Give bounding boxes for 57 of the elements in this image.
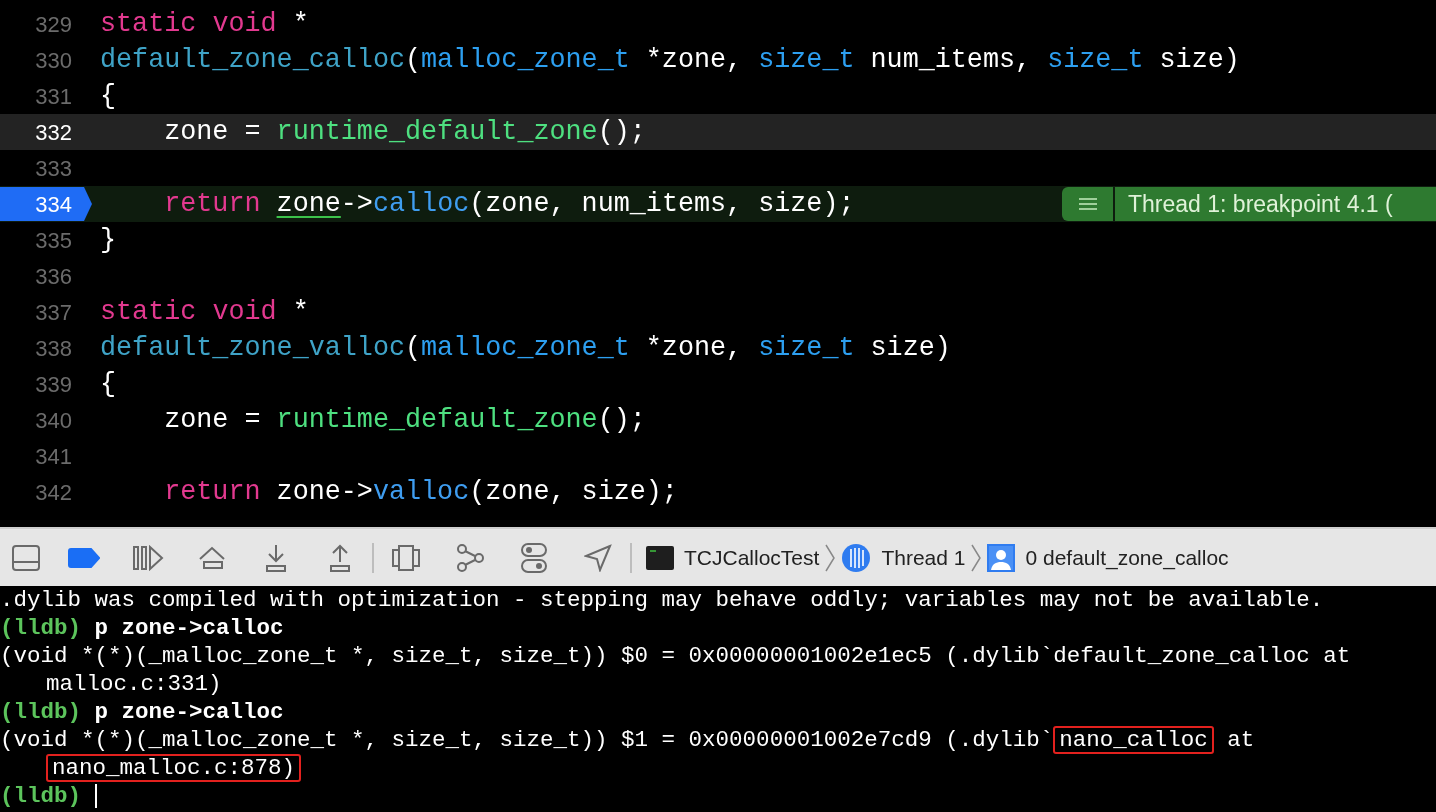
toggles-icon xyxy=(521,542,547,573)
continue-icon xyxy=(132,544,164,571)
layers-icon xyxy=(392,543,420,572)
breakpoint-annotation: Thread 1: breakpoint 4.1 ( xyxy=(1115,187,1436,221)
line-number: 340 xyxy=(35,406,72,435)
menu-icon xyxy=(1077,198,1098,210)
annotation-menu-button[interactable] xyxy=(1062,187,1113,221)
line-number: 334 xyxy=(35,190,72,219)
step-over-icon xyxy=(197,544,227,571)
line-number: 339 xyxy=(35,370,72,399)
line-number: 337 xyxy=(35,298,72,327)
text-cursor xyxy=(95,784,97,808)
line-number: 331 xyxy=(35,82,72,111)
code-line: zone = runtime_default_zone(); xyxy=(163,116,646,149)
chevron-icon xyxy=(971,543,982,572)
code-line: { xyxy=(100,80,117,113)
terminal-icon xyxy=(646,545,674,570)
breakpoint-marker[interactable]: 334 xyxy=(0,187,92,221)
graph-icon xyxy=(455,542,485,573)
step-into-icon xyxy=(264,543,288,572)
breadcrumb-item[interactable]: Thread 1 xyxy=(841,541,966,574)
thread-icon xyxy=(841,542,872,573)
code-line: static void * xyxy=(100,296,309,329)
console-prompt: (lldb) xyxy=(0,782,81,810)
code-line: default_zone_calloc(malloc_zone_t *zone, size_t num_items, size_t size) xyxy=(100,44,1240,77)
code-line: default_zone_valloc(malloc_zone_t *zone, size_t size) xyxy=(100,332,951,365)
person-icon xyxy=(987,543,1016,572)
chevron-icon xyxy=(825,543,836,572)
line-number: 341 xyxy=(35,442,72,471)
line-number: 342 xyxy=(35,478,72,507)
code-line: return zone->valloc(zone, size); xyxy=(163,476,678,509)
code-line: { xyxy=(100,368,117,401)
console-prompt: (lldb) xyxy=(0,698,81,726)
console-output: nano_malloc.c:878) xyxy=(46,754,302,782)
line-number: 333 xyxy=(35,154,72,183)
line-number: 330 xyxy=(35,46,72,75)
breadcrumb-item[interactable]: TCJCallocTest xyxy=(646,541,820,574)
step-out-icon xyxy=(328,543,352,572)
console-command: p zone->calloc xyxy=(94,614,284,642)
code-line: return zone->calloc(zone, num_items, size); xyxy=(163,188,855,221)
console-prompt: (lldb) xyxy=(0,614,81,642)
console-output: malloc.c:331) xyxy=(46,670,222,698)
line-number: 332 xyxy=(35,118,72,147)
code-line: } xyxy=(100,224,117,257)
line-number: 329 xyxy=(35,10,72,39)
line-number: 336 xyxy=(35,262,72,291)
breadcrumb-item[interactable]: 0 default_zone_calloc xyxy=(987,541,1229,574)
console-command: p zone->calloc xyxy=(94,698,284,726)
line-number: 335 xyxy=(35,226,72,255)
console-output: (void *(*)(_malloc_zone_t *, size_t, size_t)) $1 = 0x00000001002e7cd9 (.dylib` nano_calloc at xyxy=(0,726,1255,754)
console-output: .dylib was compiled with optimization - stepping may behave oddly; variables may not be available. xyxy=(0,586,1324,614)
location-arrow-icon xyxy=(584,543,612,572)
code-line: zone = runtime_default_zone(); xyxy=(163,404,646,437)
console-output: (void *(*)(_malloc_zone_t *, size_t, size_t)) $0 = 0x00000001002e1ec5 (.dylib`default_zone_calloc at xyxy=(0,642,1351,670)
panel-icon xyxy=(12,544,40,571)
line-number: 338 xyxy=(35,334,72,363)
code-line: static void * xyxy=(100,8,309,41)
